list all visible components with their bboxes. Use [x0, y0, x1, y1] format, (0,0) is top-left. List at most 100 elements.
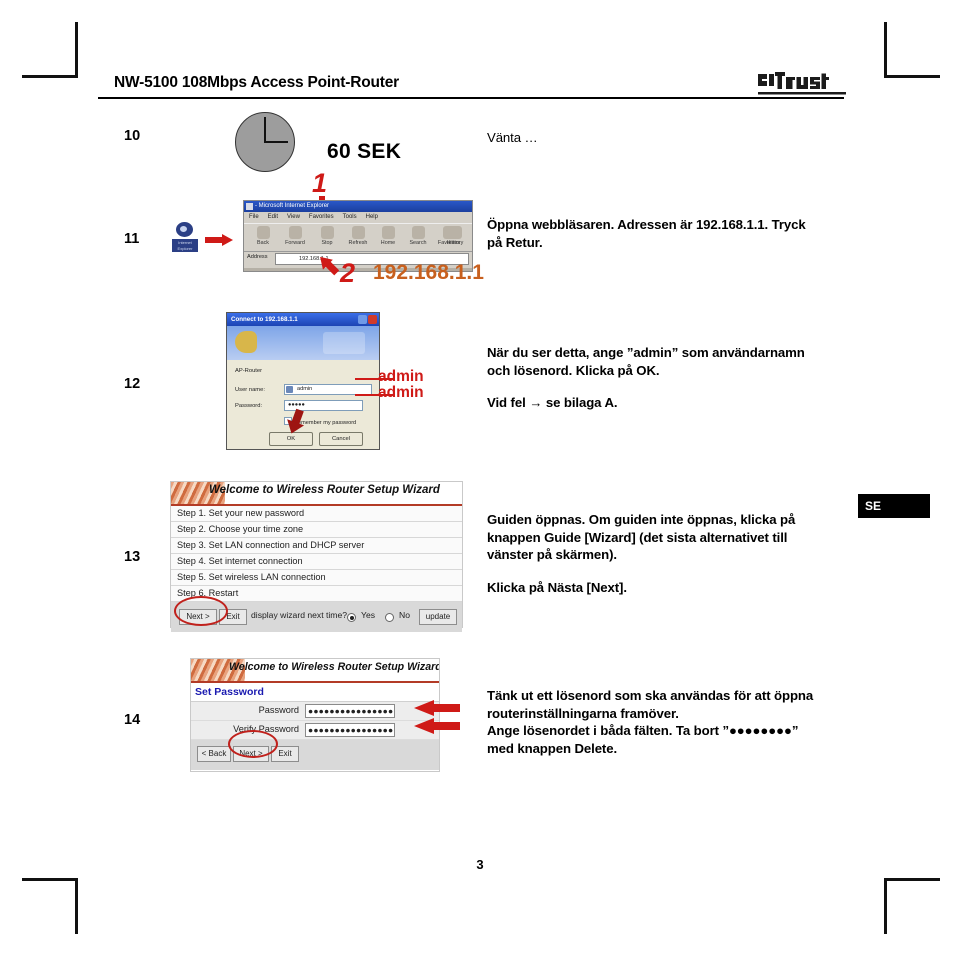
toolbar-stop-button: Stop	[312, 226, 342, 246]
radio-yes[interactable]	[347, 613, 356, 622]
wizard-step-row: Step 3. Set LAN connection and DHCP serv…	[171, 538, 462, 554]
step-number-12: 12	[124, 376, 141, 392]
toolbar-back-button: Back	[248, 226, 278, 246]
username-value: admin	[297, 386, 313, 392]
toolbar-refresh-button: Refresh	[343, 226, 373, 246]
trust-logo	[758, 72, 846, 96]
browser-window-icon	[246, 203, 253, 210]
wizard-step-row: Step 4. Set internet connection	[171, 554, 462, 570]
step-13-line-1: Guiden öppnas. Om guiden inte öppnas, kl…	[487, 512, 796, 527]
step-13-line-3: vänster på skärmen).	[487, 547, 617, 562]
cancel-button[interactable]: Cancel	[319, 432, 363, 446]
toolbar-home-label: Home	[380, 240, 396, 246]
step-10-line-1: Vänta …	[487, 130, 538, 145]
step-14-line-4: med knappen Delete.	[487, 740, 618, 756]
help-button	[358, 315, 367, 324]
wizard-banner-title: Welcome to Wireless Router Setup Wizard	[209, 484, 440, 496]
wizard-password-label: Password	[258, 705, 299, 715]
annotation-number-1: 1	[312, 168, 328, 198]
login-realm-label: AP-Router	[235, 368, 263, 374]
menu-tools: Tools	[342, 214, 357, 220]
wizard-banner: Welcome to Wireless Router Setup Wizard	[171, 482, 462, 506]
header-divider	[98, 97, 844, 99]
login-dialog-hero	[227, 326, 379, 360]
toolbar-history-button: History	[440, 226, 470, 246]
password-label: Password:	[235, 403, 263, 409]
toolbar-history-label: History	[446, 240, 464, 246]
menu-file: File	[249, 214, 259, 220]
toolbar-forward-button: Forward	[280, 226, 310, 246]
step-14-line-3: Ange lösenordet i båda fälten. Ta bort ”…	[487, 723, 799, 738]
step-number-11: 11	[124, 231, 140, 247]
username-label: User name:	[235, 387, 265, 393]
red-arrow-right-icon	[205, 234, 233, 246]
highlight-ellipse-next-2	[228, 730, 278, 758]
step-13-line-4: Klicka på Nästa [Next].	[487, 579, 627, 595]
radio-yes-label: Yes	[361, 610, 376, 620]
step-12-line-3: Vid fel → se bilaga A.	[487, 395, 618, 410]
step-number-10: 10	[124, 128, 141, 144]
step-11-line-2: på Retur.	[487, 234, 543, 250]
step-text-10: Vänta …	[487, 129, 907, 147]
radio-no[interactable]	[385, 613, 394, 622]
wizard-step-list: Step 1. Set your new password Step 2. Ch…	[171, 506, 462, 602]
step-text-13: Guiden öppnas. Om guiden inte öppnas, kl…	[487, 511, 917, 596]
toolbar-forward-label: Forward	[285, 240, 305, 246]
close-icon	[368, 315, 377, 324]
step-13-line-2: knappen Guide [Wizard] (det sista altern…	[487, 529, 788, 545]
ok-button[interactable]: OK	[269, 432, 313, 446]
verify-password-row: Verify Password ●●●●●●●●●●●●●●●●	[191, 721, 439, 740]
set-password-heading: Set Password	[191, 683, 439, 702]
menu-favorites: Favorites	[308, 214, 334, 220]
crop-mark-bottom-right	[884, 878, 940, 934]
wizard-password-input[interactable]: ●●●●●●●●●●●●●●●●	[305, 704, 395, 718]
step-number-14: 14	[124, 712, 141, 728]
annotation-number-2: 2	[340, 258, 356, 288]
browser-titlebar: - Microsoft Internet Explorer	[244, 201, 472, 212]
step-text-12: När du ser detta, ange ”admin” som använ…	[487, 344, 917, 412]
clock-duration-label: 60 SEK	[327, 140, 402, 163]
login-dialog-title: Connect to 192.168.1.1	[231, 316, 298, 323]
step-number-13: 13	[124, 549, 141, 565]
step-12-line-2: och lösenord. Klicka på OK.	[487, 362, 660, 378]
toolbar-home-button: Home	[373, 226, 403, 246]
login-dialog-titlebar: Connect to 192.168.1.1	[227, 313, 379, 326]
wizard-banner-2: Welcome to Wireless Router Setup Wizard	[191, 659, 439, 683]
wizard-back-button[interactable]: < Back	[197, 746, 231, 762]
key-icon	[235, 331, 257, 353]
wizard-verify-input[interactable]: ●●●●●●●●●●●●●●●●	[305, 723, 395, 737]
clock-icon	[235, 112, 295, 172]
step-12-line-1: När du ser detta, ange ”admin” som använ…	[487, 345, 805, 360]
login-dialog-window-buttons	[357, 315, 377, 326]
toolbar-search-label: Search	[409, 240, 427, 246]
highlight-ellipse-next	[174, 596, 228, 626]
step-14-line-2: routerinställningarna framöver.	[487, 705, 679, 721]
page-title: NW-5100 108Mbps Access Point-Router	[114, 74, 399, 91]
radio-no-label: No	[399, 610, 410, 620]
ie-icon-label: Internet Explorer	[177, 240, 193, 251]
user-icon	[286, 386, 293, 393]
toolbar-stop-label: Stop	[321, 240, 333, 246]
toolbar-search-button: Search	[403, 226, 433, 246]
browser-toolbar: Back Forward Stop Refresh Home Search Fa…	[244, 223, 472, 252]
menu-edit: Edit	[267, 214, 279, 220]
toolbar-refresh-label: Refresh	[348, 240, 368, 246]
page-number: 3	[476, 857, 484, 872]
wizard-banner-title-2: Welcome to Wireless Router Setup Wizard	[229, 661, 439, 673]
crop-mark-bottom-left	[22, 878, 78, 934]
password-row: Password ●●●●●●●●●●●●●●●●	[191, 702, 439, 721]
toolbar-back-label: Back	[257, 240, 269, 246]
menu-view: View	[287, 214, 300, 220]
annotation-ip-address: 192.168.1.1	[373, 261, 484, 284]
step-11-line-1: Öppna webbläsaren. Adressen är 192.168.1…	[487, 217, 806, 232]
callout-password: admin	[378, 384, 424, 401]
wizard-step-row: Step 2. Choose your time zone	[171, 522, 462, 538]
step-14-line-1: Tänk ut ett lösenord som ska användas fö…	[487, 688, 814, 703]
browser-window-title: - Microsoft Internet Explorer	[255, 203, 330, 209]
wizard-step-row: Step 1. Set your new password	[171, 506, 462, 522]
step-text-14: Tänk ut ett lösenord som ska användas fö…	[487, 687, 917, 757]
menu-help: Help	[365, 214, 378, 220]
decorative-graphic	[323, 332, 365, 354]
address-label: Address	[247, 254, 268, 260]
wizard-update-button[interactable]: update	[419, 609, 457, 625]
